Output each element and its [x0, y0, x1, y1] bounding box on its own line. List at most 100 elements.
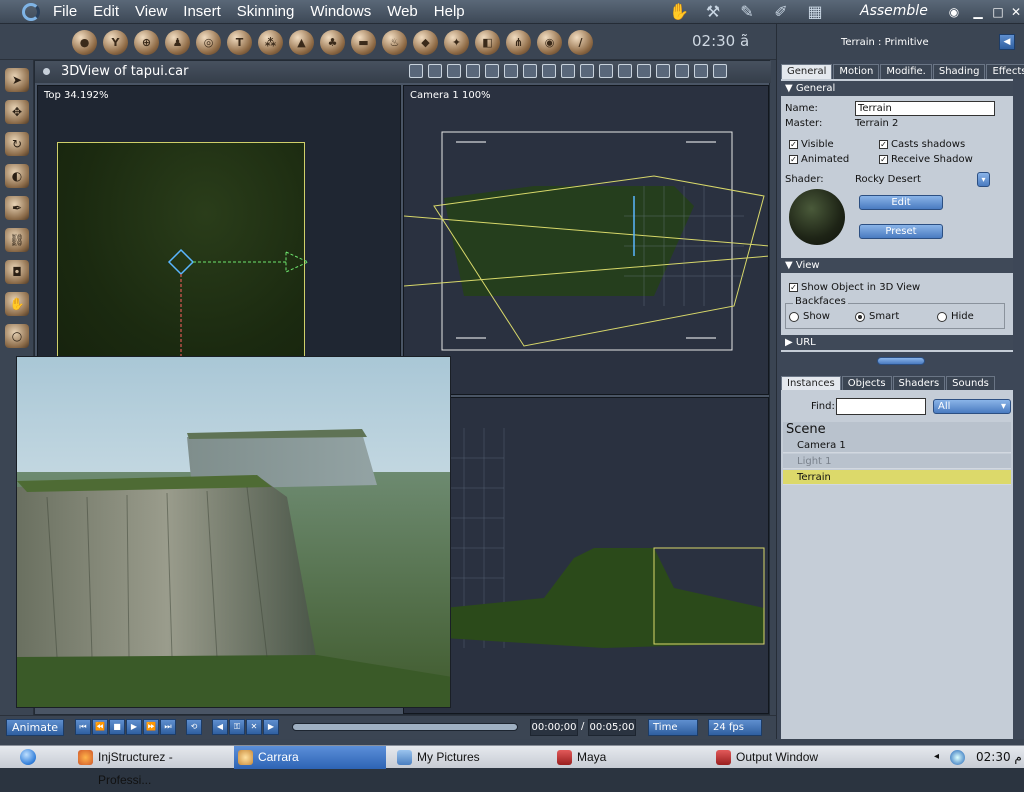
time-slider[interactable]: [292, 723, 518, 731]
fire-tool-icon[interactable]: ♨: [382, 30, 407, 55]
surface-tool-icon[interactable]: ◆: [413, 30, 438, 55]
zoom-tool-icon[interactable]: ○: [5, 324, 29, 348]
carrara-logo-icon[interactable]: [22, 3, 40, 21]
ring-tool-icon[interactable]: ◎: [196, 30, 221, 55]
camera-tool-icon[interactable]: ◧: [475, 30, 500, 55]
panel-splitter-handle[interactable]: [877, 357, 925, 365]
storyboard-room-pencil-icon[interactable]: ✎: [736, 2, 758, 22]
shield-view-2-icon[interactable]: [580, 64, 594, 78]
fast-forward-icon[interactable]: ⏩: [143, 719, 159, 735]
tray-network-icon[interactable]: [950, 750, 965, 765]
menu-file[interactable]: File: [50, 0, 80, 24]
general-section-header[interactable]: ▼ General: [781, 81, 1013, 96]
solid-cube-icon[interactable]: [675, 64, 689, 78]
terrain-tool-icon[interactable]: ▲: [289, 30, 314, 55]
backfaces-hide-radio[interactable]: [937, 312, 947, 322]
top-viewport[interactable]: Top 34.192%: [37, 85, 401, 395]
edit-shader-button[interactable]: Edit: [859, 195, 943, 210]
perspective-viewport[interactable]: 0%: [403, 397, 769, 714]
layout-split-h-icon[interactable]: [485, 64, 499, 78]
maximize-button[interactable]: □: [990, 4, 1006, 20]
filter-dropdown[interactable]: All ▾: [933, 399, 1011, 414]
go-end-icon[interactable]: ⏭: [160, 719, 176, 735]
render-room-film-icon[interactable]: ▦: [804, 2, 826, 22]
task-injstructurez[interactable]: InjStructurez - Professi...: [74, 746, 226, 787]
link-tool-icon[interactable]: ⛓: [5, 228, 29, 252]
layout-quad-icon[interactable]: [523, 64, 537, 78]
play-icon[interactable]: ▶: [126, 719, 142, 735]
menu-view[interactable]: View: [132, 0, 170, 24]
menu-skinning[interactable]: Skinning: [234, 0, 298, 24]
layout-grid-icon[interactable]: [447, 64, 461, 78]
shader-dropdown-button[interactable]: ▾: [977, 172, 990, 187]
name-input[interactable]: Terrain: [855, 101, 995, 116]
preset-shader-button[interactable]: Preset: [859, 224, 943, 239]
text-tool-icon[interactable]: T: [227, 30, 252, 55]
instance-terrain[interactable]: Terrain: [783, 470, 1011, 485]
menu-web[interactable]: Web: [384, 0, 421, 24]
layout-triple-icon[interactable]: [542, 64, 556, 78]
url-section-header[interactable]: ▶ URL: [781, 335, 1013, 350]
tab-shaders[interactable]: Shaders: [892, 376, 946, 391]
layout-split-v-icon[interactable]: [504, 64, 518, 78]
rewind-icon[interactable]: ⏪: [92, 719, 108, 735]
menu-edit[interactable]: Edit: [90, 0, 122, 24]
task-maya[interactable]: Maya: [553, 746, 705, 769]
visible-checkbox[interactable]: ✓: [789, 140, 798, 149]
prev-key-icon[interactable]: ◀: [212, 719, 228, 735]
instance-light-1[interactable]: Light 1: [783, 454, 1011, 469]
vertex-object-icon[interactable]: Y: [103, 30, 128, 55]
backfaces-smart-radio[interactable]: [855, 312, 865, 322]
shield-view-icon[interactable]: [561, 64, 575, 78]
shader-preview-sphere[interactable]: [789, 189, 845, 245]
view-section-header[interactable]: ▼ View: [781, 258, 1013, 273]
tab-shading[interactable]: Shading: [932, 64, 986, 79]
plane-tool-icon[interactable]: ▬: [351, 30, 376, 55]
time-mode-dropdown[interactable]: Time: [648, 719, 698, 736]
end-time-field[interactable]: 00:05;00: [588, 719, 636, 736]
fps-dropdown[interactable]: 24 fps: [708, 719, 762, 736]
model-room-wrench-icon[interactable]: ⚒: [702, 2, 724, 22]
close-button[interactable]: ✕: [1008, 4, 1024, 20]
snap-icon[interactable]: [637, 64, 651, 78]
shaded-sphere-icon[interactable]: [694, 64, 708, 78]
rotate-tool-icon[interactable]: ↻: [5, 132, 29, 156]
globe-tool-icon[interactable]: ⊕: [134, 30, 159, 55]
backfaces-show-radio[interactable]: [789, 312, 799, 322]
group-tool-icon[interactable]: ⋔: [506, 30, 531, 55]
tab-objects[interactable]: Objects: [841, 376, 892, 391]
light-tool-icon[interactable]: ✦: [444, 30, 469, 55]
menu-insert[interactable]: Insert: [180, 0, 224, 24]
collapse-panel-button[interactable]: ◀: [999, 34, 1015, 50]
tab-motion[interactable]: Motion: [833, 64, 880, 79]
view-menu-icon[interactable]: [43, 68, 50, 75]
layout-tree-icon[interactable]: [409, 64, 423, 78]
layout-single-icon[interactable]: [466, 64, 480, 78]
loop-icon[interactable]: ⟲: [186, 719, 202, 735]
receive-shadow-checkbox[interactable]: ✓: [879, 155, 888, 164]
preview-sphere-icon[interactable]: [713, 64, 727, 78]
texture-room-brush-icon[interactable]: ✐: [770, 2, 792, 22]
menu-help[interactable]: Help: [431, 0, 468, 24]
show-object-checkbox[interactable]: ✓: [789, 283, 798, 292]
navigate-icon[interactable]: [618, 64, 632, 78]
start-apple-icon[interactable]: [20, 749, 36, 765]
delete-key-icon[interactable]: ✕: [246, 719, 262, 735]
assemble-room-hand-icon[interactable]: ✋: [668, 2, 690, 22]
stop-icon[interactable]: ■: [109, 719, 125, 735]
move-tool-icon[interactable]: ✥: [5, 100, 29, 124]
scale-tool-icon[interactable]: ◐: [5, 164, 29, 188]
camera-nav-icon[interactable]: ◘: [5, 260, 29, 284]
pan-hand-icon[interactable]: ✋: [5, 292, 29, 316]
skeleton-tool-icon[interactable]: ♟: [165, 30, 190, 55]
sphere-tool-icon[interactable]: ●: [72, 30, 97, 55]
task-output-window[interactable]: Output Window: [712, 746, 864, 769]
menu-windows[interactable]: Windows: [307, 0, 374, 24]
tray-arrow-icon[interactable]: ◂: [934, 751, 939, 762]
tab-effects[interactable]: Effects: [986, 64, 1024, 79]
tab-instances[interactable]: Instances: [781, 376, 841, 391]
minimize-button[interactable]: ▁: [970, 4, 986, 20]
tab-modifiers[interactable]: Modifie.: [880, 64, 932, 79]
animate-button[interactable]: Animate: [6, 719, 64, 736]
bone-tool-icon[interactable]: ∕: [568, 30, 593, 55]
